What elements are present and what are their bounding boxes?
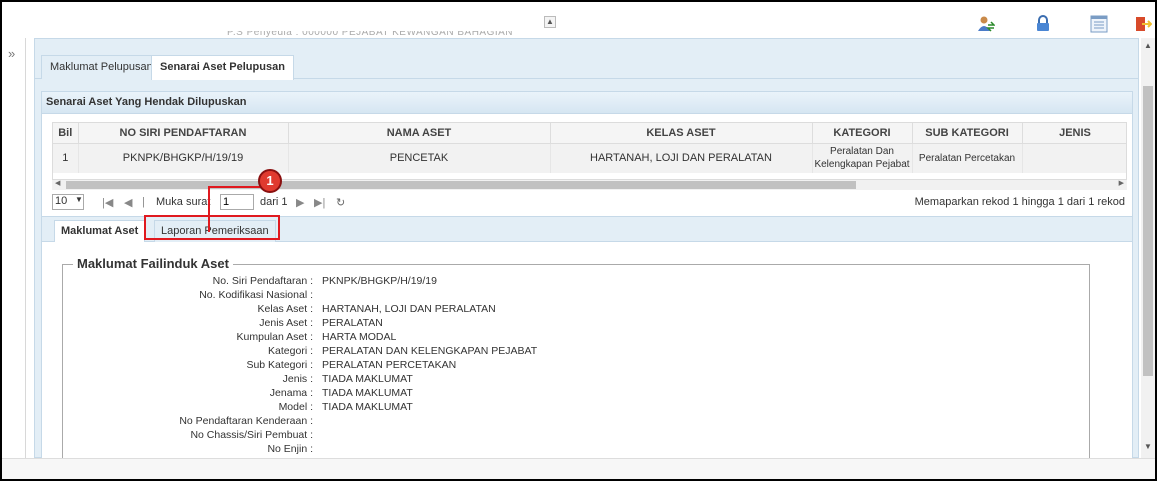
page-of-label: dari 1 <box>260 196 288 208</box>
refresh-icon[interactable]: ↻ <box>336 196 345 209</box>
pager: 10 ▼ |◀ ◀ | Muka surat dari 1 ▶ ▶| ↻ Mem… <box>52 192 1127 214</box>
field-row: Jenis : TIADA MAKLUMAT <box>63 373 1083 385</box>
scroll-down-icon[interactable]: ▼ <box>1144 442 1152 451</box>
field-value: PERALATAN PERCETAKAN <box>322 359 457 371</box>
scroll-right-icon[interactable]: ▶ <box>1119 179 1124 187</box>
field-label: Kelas Aset : <box>257 303 313 315</box>
field-label: No Enjin : <box>267 443 313 455</box>
column-header-bil[interactable]: Bil <box>53 123 79 144</box>
step-number-badge: 1 <box>258 169 282 193</box>
cell-kategori: Peralatan Dan Kelengkapan Pejabat <box>812 143 913 173</box>
top-header: ▲ P.S Penyedia : 000000 PEJABAT KEWANGAN… <box>2 2 1155 38</box>
field-row: No. Siri Pendaftaran : PKNPK/BHGKP/H/19/1… <box>63 275 1083 287</box>
column-header-nama-aset[interactable]: NAMA ASET <box>288 123 551 144</box>
cell-kelas-aset: HARTANAH, LOJI DAN PERALATAN <box>550 143 813 173</box>
field-row: Model : TIADA MAKLUMAT <box>63 401 1083 413</box>
scroll-up-icon[interactable]: ▲ <box>1144 41 1152 50</box>
horizontal-scroll-thumb[interactable] <box>66 181 856 189</box>
record-summary: Memaparkan rekod 1 hingga 1 dari 1 rekod <box>914 196 1125 208</box>
left-rail: » <box>2 38 26 458</box>
tab-maklumat-aset[interactable]: Maklumat Aset <box>54 220 146 242</box>
first-page-icon[interactable]: |◀ <box>102 196 113 209</box>
field-label: No. Siri Pendaftaran : <box>212 275 313 287</box>
field-value: PERALATAN <box>322 317 383 329</box>
field-label: No Chassis/Siri Pembuat : <box>190 429 313 441</box>
field-value: PKNPK/BHGKP/H/19/19 <box>322 275 437 287</box>
field-label: No Pendaftaran Kenderaan : <box>179 415 313 427</box>
column-header-jenis[interactable]: JENIS <box>1022 123 1126 144</box>
cell-jenis <box>1022 143 1126 173</box>
fieldset-legend: Maklumat Failinduk Aset <box>73 256 233 271</box>
field-row: No Pendaftaran Kenderaan : <box>63 415 1083 427</box>
field-value: TIADA MAKLUMAT <box>322 387 413 399</box>
asset-master-fieldset: Maklumat Failinduk Aset No. Siri Pendaft… <box>62 256 1090 464</box>
field-row: Jenis Aset : PERALATAN <box>63 317 1083 329</box>
asset-table: Bil NO SIRI PENDAFTARAN NAMA ASET KELAS … <box>52 122 1127 180</box>
lock-icon[interactable] <box>1034 15 1052 33</box>
field-row: No Chassis/Siri Pembuat : <box>63 429 1083 441</box>
field-row: No. Kodifikasi Nasional : <box>63 289 1083 301</box>
field-value: TIADA MAKLUMAT <box>322 401 413 413</box>
field-value: HARTANAH, LOJI DAN PERALATAN <box>322 303 496 315</box>
field-label: Jenama : <box>269 387 313 399</box>
column-header-kelas-aset[interactable]: KELAS ASET <box>550 123 813 144</box>
chevron-down-icon: ▼ <box>75 195 83 204</box>
user-switch-icon[interactable] <box>977 15 995 33</box>
field-row: Sub Kategori : PERALATAN PERCETAKAN <box>63 359 1083 371</box>
field-label: Model : <box>278 401 313 413</box>
field-row: Kumpulan Aset : HARTA MODAL <box>63 331 1083 343</box>
prev-page-icon[interactable]: ◀ <box>124 196 132 209</box>
field-value: HARTA MODAL <box>322 331 397 343</box>
column-header-sub-kategori[interactable]: SUB KATEGORI <box>912 123 1023 144</box>
list-icon[interactable] <box>1090 15 1108 33</box>
cell-bil: 1 <box>53 143 79 173</box>
field-row: Kategori : PERALATAN DAN KELENGKAPAN PEJA… <box>63 345 1083 357</box>
logout-icon[interactable] <box>1134 15 1152 33</box>
cell-sub-kategori: Peralatan Percetakan <box>912 143 1023 173</box>
tab-senarai-aset-pelupusan[interactable]: Senarai Aset Pelupusan <box>151 55 294 80</box>
field-label: Sub Kategori : <box>246 359 313 371</box>
field-label: Jenis Aset : <box>259 317 313 329</box>
pager-divider: | <box>142 196 145 208</box>
expand-sidebar-icon[interactable]: » <box>8 46 15 61</box>
field-value: TIADA MAKLUMAT <box>322 373 413 385</box>
vertical-scroll-thumb[interactable] <box>1143 86 1153 376</box>
tab-maklumat-pelupusan[interactable]: Maklumat Pelupusan <box>41 55 162 79</box>
field-value: PERALATAN DAN KELENGKAPAN PEJABAT <box>322 345 538 357</box>
collapse-header-icon[interactable]: ▲ <box>544 16 556 28</box>
scroll-left-icon[interactable]: ◀ <box>55 179 60 187</box>
page-size-select[interactable]: 10 ▼ <box>52 194 84 210</box>
field-label: Kategori : <box>268 345 313 357</box>
cell-nama-aset: PENCETAK <box>288 143 551 173</box>
page-number-input[interactable] <box>220 194 254 210</box>
next-page-icon[interactable]: ▶ <box>296 196 304 209</box>
field-row: Jenama : TIADA MAKLUMAT <box>63 387 1083 399</box>
table-row[interactable]: 1 PKNPK/BHGKP/H/19/19 PENCETAK HARTANAH,… <box>53 143 1126 173</box>
asset-list-panel: Senarai Aset Yang Hendak Dilupuskan Bil … <box>41 91 1133 464</box>
panel-title: Senarai Aset Yang Hendak Dilupuskan <box>42 92 1132 114</box>
main-panel: Maklumat Pelupusan Senarai Aset Pelupusa… <box>34 38 1139 464</box>
header-info-text: P.S Penyedia : 000000 PEJABAT KEWANGAN B… <box>227 31 514 37</box>
table-header-row: Bil NO SIRI PENDAFTARAN NAMA ASET KELAS … <box>53 123 1126 144</box>
last-page-icon[interactable]: ▶| <box>314 196 325 209</box>
outer-tab-bar: Maklumat Pelupusan Senarai Aset Pelupusa… <box>35 53 1138 80</box>
vertical-scrollbar[interactable]: ▲ ▼ <box>1141 38 1155 458</box>
horizontal-scrollbar[interactable]: ◀ ▶ <box>52 180 1127 190</box>
column-header-no-siri[interactable]: NO SIRI PENDAFTARAN <box>78 123 289 144</box>
page-label: Muka surat <box>156 196 211 208</box>
app-frame: ▲ P.S Penyedia : 000000 PEJABAT KEWANGAN… <box>0 0 1157 481</box>
page-size-value: 10 <box>55 195 68 207</box>
field-label: Jenis : <box>282 373 313 385</box>
field-label: Kumpulan Aset : <box>236 331 313 343</box>
annotation-highlight-box <box>144 215 280 240</box>
field-row: Kelas Aset : HARTANAH, LOJI DAN PERALATAN <box>63 303 1083 315</box>
column-header-kategori[interactable]: KATEGORI <box>812 123 913 144</box>
field-label: No. Kodifikasi Nasional : <box>199 289 313 301</box>
bottom-status-strip <box>2 458 1155 479</box>
field-row: No Enjin : <box>63 443 1083 455</box>
cell-no-siri: PKNPK/BHGKP/H/19/19 <box>78 143 289 173</box>
